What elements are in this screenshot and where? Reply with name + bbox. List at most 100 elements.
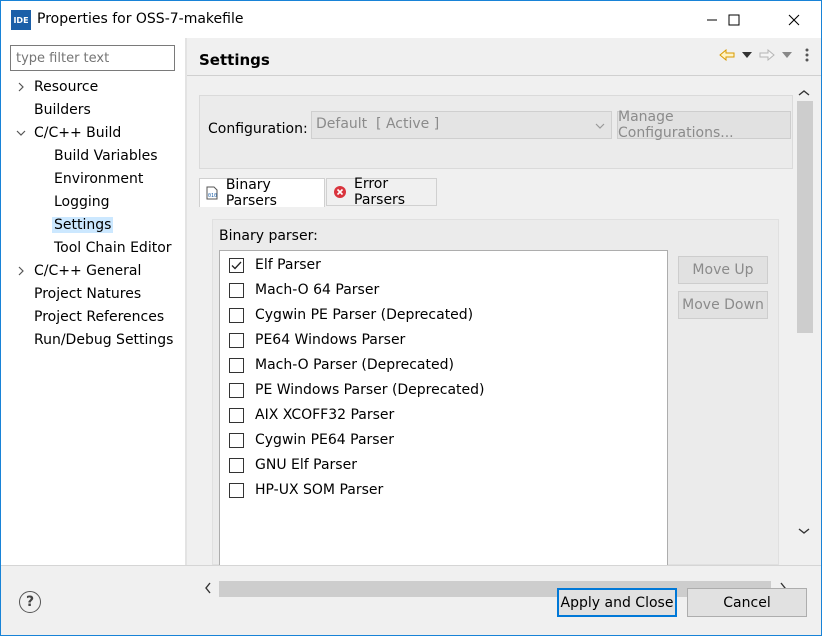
close-icon	[788, 14, 800, 25]
tree-item-label: Run/Debug Settings	[34, 332, 174, 348]
list-item[interactable]: Cygwin PE64 Parser	[229, 429, 394, 451]
parser-label: HP-UX SOM Parser	[255, 482, 384, 498]
checkbox-elf-parser[interactable]	[229, 257, 244, 273]
checkbox-gnu-elf-parser[interactable]	[229, 457, 244, 473]
list-item[interactable]: Elf Parser	[229, 254, 321, 276]
checkmark-icon	[231, 261, 242, 269]
back-arrow-icon[interactable]	[719, 47, 735, 63]
binary-file-icon: 010	[206, 186, 219, 200]
title-separator	[187, 75, 821, 76]
app-icon: IDE	[11, 10, 31, 30]
tab-label: Error Parsers	[354, 176, 406, 208]
cancel-button[interactable]: Cancel	[687, 588, 807, 617]
forward-dropdown-icon[interactable]	[779, 47, 795, 63]
parser-label: PE64 Windows Parser	[255, 332, 406, 348]
page-title: Settings	[199, 51, 270, 69]
parser-label: GNU Elf Parser	[255, 457, 357, 473]
tree-item-tool-chain-editor[interactable]: Tool Chain Editor	[54, 237, 172, 259]
checkbox-hp-ux-som-parser[interactable]	[229, 482, 244, 498]
help-icon: ?	[25, 594, 35, 610]
tree-item-environment[interactable]: Environment	[54, 168, 143, 190]
tree-item-settings[interactable]: Settings	[52, 214, 114, 236]
scroll-up-icon[interactable]	[798, 85, 810, 101]
configuration-label: Configuration:	[208, 121, 308, 137]
scroll-left-icon[interactable]	[204, 582, 212, 598]
move-up-button[interactable]: Move Up	[678, 256, 768, 284]
svg-text:010: 010	[208, 193, 217, 199]
list-item[interactable]: PE Windows Parser (Deprecated)	[229, 379, 484, 401]
vertical-scrollbar[interactable]	[796, 83, 814, 543]
maximize-icon	[728, 14, 740, 25]
dialog-frame: Resource Builders C/C++ Build Build Vari…	[0, 38, 822, 636]
tab-binary-parsers[interactable]: 010 Binary Parsers	[199, 177, 325, 209]
tree-item-logging[interactable]: Logging	[54, 191, 110, 213]
vertical-scroll-thumb[interactable]	[797, 101, 813, 333]
checkbox-pe64-windows-parser[interactable]	[229, 332, 244, 348]
checkbox-cygwin-pe64-parser[interactable]	[229, 432, 244, 448]
parser-label: Mach-O Parser (Deprecated)	[255, 357, 454, 373]
back-dropdown-icon[interactable]	[739, 47, 755, 63]
tree-item-label: Project Natures	[34, 286, 142, 302]
chevron-down-icon	[595, 118, 605, 134]
chevron-right-icon[interactable]	[15, 260, 27, 282]
checkbox-cygwin-pe-parser[interactable]	[229, 307, 244, 323]
tree-item-label: Resource	[34, 79, 99, 95]
tree-item-label: Build Variables	[54, 148, 158, 164]
parser-label: PE Windows Parser (Deprecated)	[255, 382, 485, 398]
list-item[interactable]: PE64 Windows Parser	[229, 329, 405, 351]
list-item[interactable]: AIX XCOFF32 Parser	[229, 404, 394, 426]
filter-input[interactable]	[10, 45, 175, 71]
tree-item-label: C/C++ General	[34, 263, 142, 279]
footer-separator	[1, 565, 821, 566]
settings-panel: Settings Configuration: Default [Active…	[187, 38, 821, 598]
tree-item-label: Environment	[54, 171, 144, 187]
settings-scroll-area: Configuration: Default [ Active ] Manage…	[187, 78, 821, 598]
binary-parsers-tab-content: Binary parser: Elf Parser Mach-O 64 Pars…	[212, 219, 779, 566]
view-menu-icon[interactable]	[799, 47, 815, 63]
binary-parser-list: Elf Parser Mach-O 64 Parser Cygwin PE Pa…	[219, 250, 668, 566]
window-title: Properties for OSS-7-makefile	[37, 11, 244, 27]
tab-label: Binary Parsers	[225, 177, 277, 209]
nav-toolbar	[719, 47, 815, 63]
tree-item-build-variables[interactable]: Build Variables	[54, 145, 158, 167]
parser-label: Cygwin PE64 Parser	[255, 432, 394, 448]
list-item[interactable]: GNU Elf Parser	[229, 454, 357, 476]
window-titlebar: IDE Properties for OSS-7-makefile	[0, 0, 822, 38]
tree-item-project-references[interactable]: Project References	[34, 306, 164, 328]
configuration-select[interactable]: Default [ Active ]	[311, 111, 612, 139]
checkbox-pe-windows-parser[interactable]	[229, 382, 244, 398]
parser-label: Cygwin PE Parser (Deprecated)	[255, 307, 474, 323]
tab-error-parsers[interactable]: Error Parsers	[326, 176, 437, 208]
list-item[interactable]: Mach-O Parser (Deprecated)	[229, 354, 454, 376]
parser-label: Mach-O 64 Parser	[255, 282, 380, 298]
checkbox-mach-o-64-parser[interactable]	[229, 282, 244, 298]
configuration-value: Default [ Active ]	[316, 116, 440, 132]
scroll-down-icon[interactable]	[798, 523, 810, 539]
chevron-down-icon[interactable]	[15, 122, 27, 144]
close-button[interactable]	[771, 1, 817, 38]
list-item[interactable]: Cygwin PE Parser (Deprecated)	[229, 304, 473, 326]
chevron-right-icon[interactable]	[15, 76, 27, 98]
manage-configurations-button[interactable]: Manage Configurations...	[617, 109, 791, 141]
checkbox-mach-o-parser[interactable]	[229, 357, 244, 373]
binary-parser-label: Binary parser:	[219, 228, 318, 244]
tree-item-project-natures[interactable]: Project Natures	[34, 283, 141, 305]
move-down-button[interactable]: Move Down	[678, 291, 768, 319]
tree-item-label: Tool Chain Editor	[54, 240, 172, 256]
tree-item-label: Settings	[52, 217, 114, 233]
list-item[interactable]: HP-UX SOM Parser	[229, 479, 383, 501]
tree-item-run-debug-settings[interactable]: Run/Debug Settings	[34, 329, 173, 351]
parser-label: AIX XCOFF32 Parser	[255, 407, 395, 423]
tree-item-label: Project References	[34, 309, 165, 325]
checkbox-aix-xcoff32-parser[interactable]	[229, 407, 244, 423]
maximize-button[interactable]	[711, 1, 757, 38]
apply-and-close-button[interactable]: Apply and Close	[557, 588, 677, 617]
tree-item-label: Logging	[54, 194, 110, 210]
list-item[interactable]: Mach-O 64 Parser	[229, 279, 379, 301]
tree-item-label: C/C++ Build	[34, 125, 122, 141]
error-icon	[333, 185, 347, 199]
tree-item-builders[interactable]: Builders	[34, 99, 91, 121]
forward-arrow-icon[interactable]	[759, 47, 775, 63]
help-button[interactable]: ?	[19, 591, 41, 613]
parser-label: Elf Parser	[255, 257, 321, 273]
